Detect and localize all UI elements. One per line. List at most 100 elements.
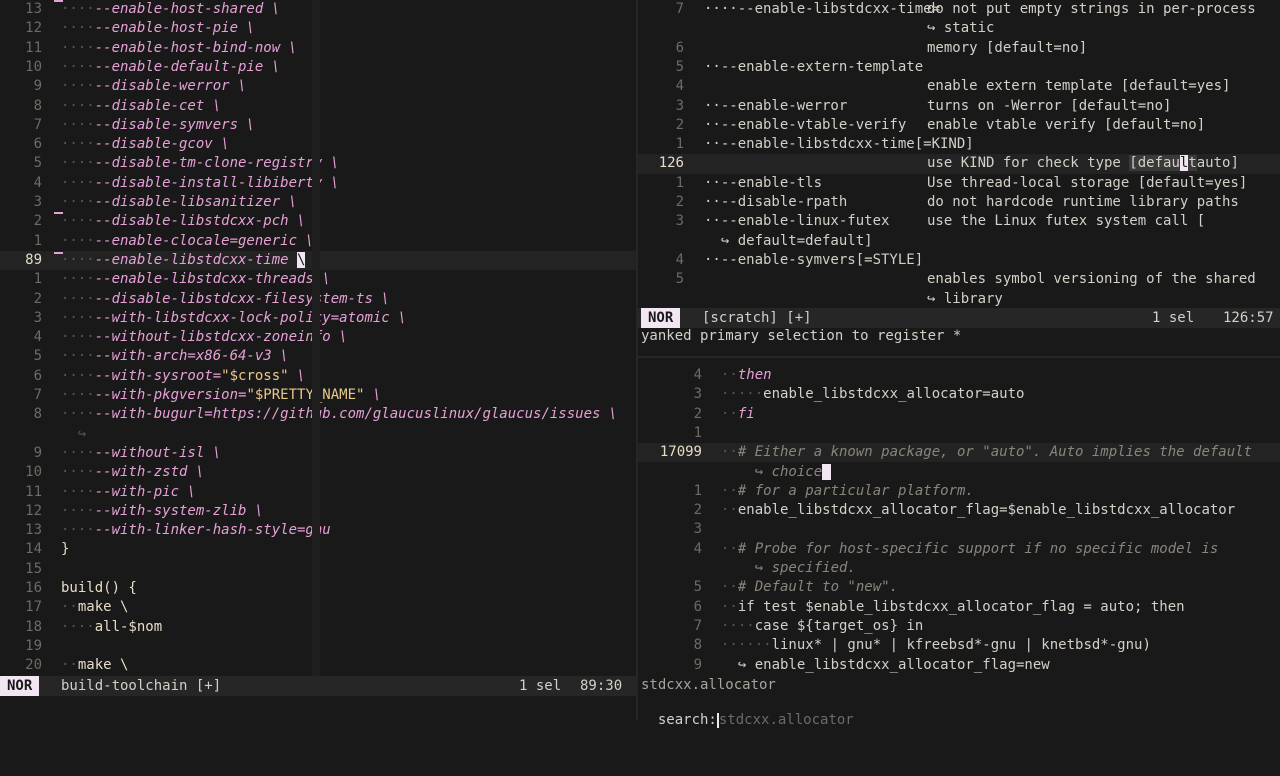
help-line[interactable]: 2 ··--enable-vtable-verify enable vtable v…	[638, 116, 1280, 135]
code-line[interactable]: 2 ··enable_libstdcxx_allocator_flag=$enab…	[638, 501, 1280, 520]
line-number: 13	[25, 522, 42, 539]
code-text: ····--with-arch=x86-64-v3 \	[61, 348, 289, 365]
code-text: ······linux* | gnu* | kfreebsd*-gnu | kn…	[721, 637, 1151, 654]
help-line[interactable]: 6 memory [default=no]	[638, 39, 1280, 58]
code-text: ····--with-pkgversion="$PRETTY_NAME" \	[61, 387, 382, 403]
code-text: ····--with-libstdcxx-lock-policy=atomic …	[61, 309, 407, 326]
search-prompt-line[interactable]: search: stdcxx.allocator	[641, 696, 854, 728]
cursor-position: 126:57	[1223, 310, 1274, 326]
line-number: 10	[25, 58, 42, 75]
code-text: ····--with-pic \	[61, 483, 196, 500]
search-input[interactable]: stdcxx.allocator	[719, 712, 854, 728]
code-text: ····--enable-libstdcxx-threads \	[61, 271, 331, 288]
option-description: do not put empty strings in per-process	[927, 1, 1256, 17]
line-number: 1	[675, 174, 684, 191]
code-text: ····--with-zstd \	[61, 464, 205, 481]
line-number: 5	[33, 155, 42, 172]
help-line[interactable]: ↪ default=default]	[638, 232, 1280, 251]
code-line[interactable]: 3 ·····enable_libstdcxx_allocator=auto	[638, 385, 1280, 404]
line-number: 1	[33, 232, 42, 249]
line-number: 12	[25, 502, 42, 519]
help-line[interactable]: 3 ··--enable-linux-futex use the Linux fut…	[638, 212, 1280, 231]
option-name: ↪ default=default]	[704, 232, 873, 249]
line-number: 5	[693, 579, 702, 596]
code-line[interactable]: 4 ··# Probe for host-specific support if …	[638, 540, 1280, 559]
line-number: 4	[693, 540, 702, 557]
option-description: do not hardcode runtime library paths	[927, 194, 1239, 210]
line-number: 18	[25, 618, 42, 635]
code-text: ····--disable-symvers \	[61, 116, 255, 133]
code-text: ··# for a particular platform.	[721, 482, 974, 499]
selection-count: 1 sel	[519, 678, 562, 694]
line-number: 2	[33, 290, 42, 307]
line-number: 2	[675, 194, 684, 210]
line-number: 3	[693, 386, 702, 403]
code-line[interactable]: 4 ··then	[638, 366, 1280, 385]
file-name: build-toolchain [+]	[61, 678, 222, 694]
line-number: 11	[25, 39, 42, 56]
right-top-editor-pane[interactable]: 7 ····--enable-libstdcxx-time= do not put …	[638, 0, 1280, 308]
line-number: 13	[25, 1, 42, 17]
help-line[interactable]: ↪ library	[638, 290, 1280, 309]
help-line[interactable]: 126 use KIND for check type [defaultauto]	[638, 154, 1280, 174]
code-text: ↪ specified.	[754, 560, 856, 576]
line-number: 15	[25, 560, 42, 577]
line-number: 2	[675, 116, 684, 133]
help-line[interactable]: 1 ··--enable-tls Use thread-local storage …	[638, 174, 1280, 193]
right-top-statusline: NOR [scratch] [+] 1 sel 126:57	[638, 308, 1280, 328]
code-line[interactable]: 9 ↪ enable_libstdcxx_allocator_flag=new	[638, 656, 1280, 675]
code-line[interactable]: ↪ choice	[638, 463, 1280, 482]
line-number: 2	[33, 213, 42, 230]
code-text: ··if test $enable_libstdcxx_allocator_fl…	[721, 598, 1185, 615]
line-number: 6	[33, 367, 42, 384]
code-text: ····--disable-install-libiberty \	[61, 174, 340, 191]
code-text: ····--disable-libstdcxx-pch \	[61, 213, 306, 230]
mode-indicator: NOR	[641, 308, 681, 328]
code-line[interactable]: 2 ··fi	[638, 405, 1280, 424]
line-number: 1	[693, 482, 702, 499]
left-scrollbar[interactable]	[312, 0, 320, 676]
option-description: ↪ library	[927, 290, 1003, 307]
code-line[interactable]: 17099 ··# Either a known package, or "aut…	[638, 443, 1280, 463]
help-line[interactable]: 5 enables symbol versioning of the shared	[638, 270, 1280, 289]
help-line[interactable]: 2 ··--disable-rpath do not hardcode runtim…	[638, 193, 1280, 212]
code-text: ··make \	[61, 657, 129, 674]
code-text: ····--enable-host-pie \	[61, 20, 255, 37]
code-line[interactable]: 3	[638, 520, 1280, 539]
right-bottom-editor-pane[interactable]: 4 ··then 3 ·····enable_libstdcxx_allocator=…	[638, 366, 1280, 676]
code-text: ····--disable-libsanitizer \	[61, 194, 298, 210]
diff-marker	[54, 212, 63, 214]
line-number: 3	[675, 97, 684, 114]
code-line[interactable]: 1	[638, 424, 1280, 443]
code-text: ··make \	[61, 599, 129, 616]
help-line[interactable]: ↪ static	[638, 19, 1280, 38]
code-line[interactable]: 6 ··if test $enable_libstdcxx_allocator_f…	[638, 598, 1280, 617]
diff-marker	[54, 0, 63, 2]
line-number: 7	[33, 387, 42, 403]
code-line[interactable]: 1 ··# for a particular platform.	[638, 482, 1280, 501]
code-line[interactable]: 7 ····case ${target_os} in	[638, 617, 1280, 636]
line-number: 2	[693, 502, 702, 519]
left-statusline: NOR build-toolchain [+] 1 sel 89:30	[0, 676, 636, 696]
line-number: 4	[675, 251, 684, 268]
code-text: ↪ enable_libstdcxx_allocator_flag=new	[737, 656, 1050, 673]
help-line[interactable]: 4 enable extern template [default=yes]	[638, 77, 1280, 96]
code-line[interactable]: 8 ······linux* | gnu* | kfreebsd*-gnu | k…	[638, 636, 1280, 655]
help-line[interactable]: 1 ··--enable-libstdcxx-time[=KIND]	[638, 135, 1280, 154]
line-number: 1	[675, 136, 684, 153]
code-line[interactable]: ↪ specified.	[638, 559, 1280, 578]
line-number: 4	[33, 329, 42, 346]
help-line[interactable]: 7 ····--enable-libstdcxx-time= do not put …	[638, 0, 1280, 19]
code-text: ····--without-libstdcxx-zoneinfo \	[61, 329, 348, 346]
help-line[interactable]: 4 ··--enable-symvers[=STYLE]	[638, 251, 1280, 270]
option-description: ↪ static	[927, 20, 995, 37]
code-text: ····--enable-libstdcxx-time \	[61, 251, 306, 268]
option-description: memory [default=no]	[927, 39, 1088, 56]
help-line[interactable]: 5 ··--enable-extern-template	[638, 58, 1280, 77]
code-line[interactable]: 5 ··# Default to "new".	[638, 578, 1280, 597]
status-message: yanked primary selection to register *	[641, 328, 962, 344]
mode-indicator: NOR	[0, 676, 40, 696]
help-line[interactable]: 3 ··--enable-werror turns on -Werror [defa…	[638, 97, 1280, 116]
line-number: 7	[693, 617, 702, 634]
search-completion[interactable]: stdcxx.allocator	[641, 677, 776, 693]
